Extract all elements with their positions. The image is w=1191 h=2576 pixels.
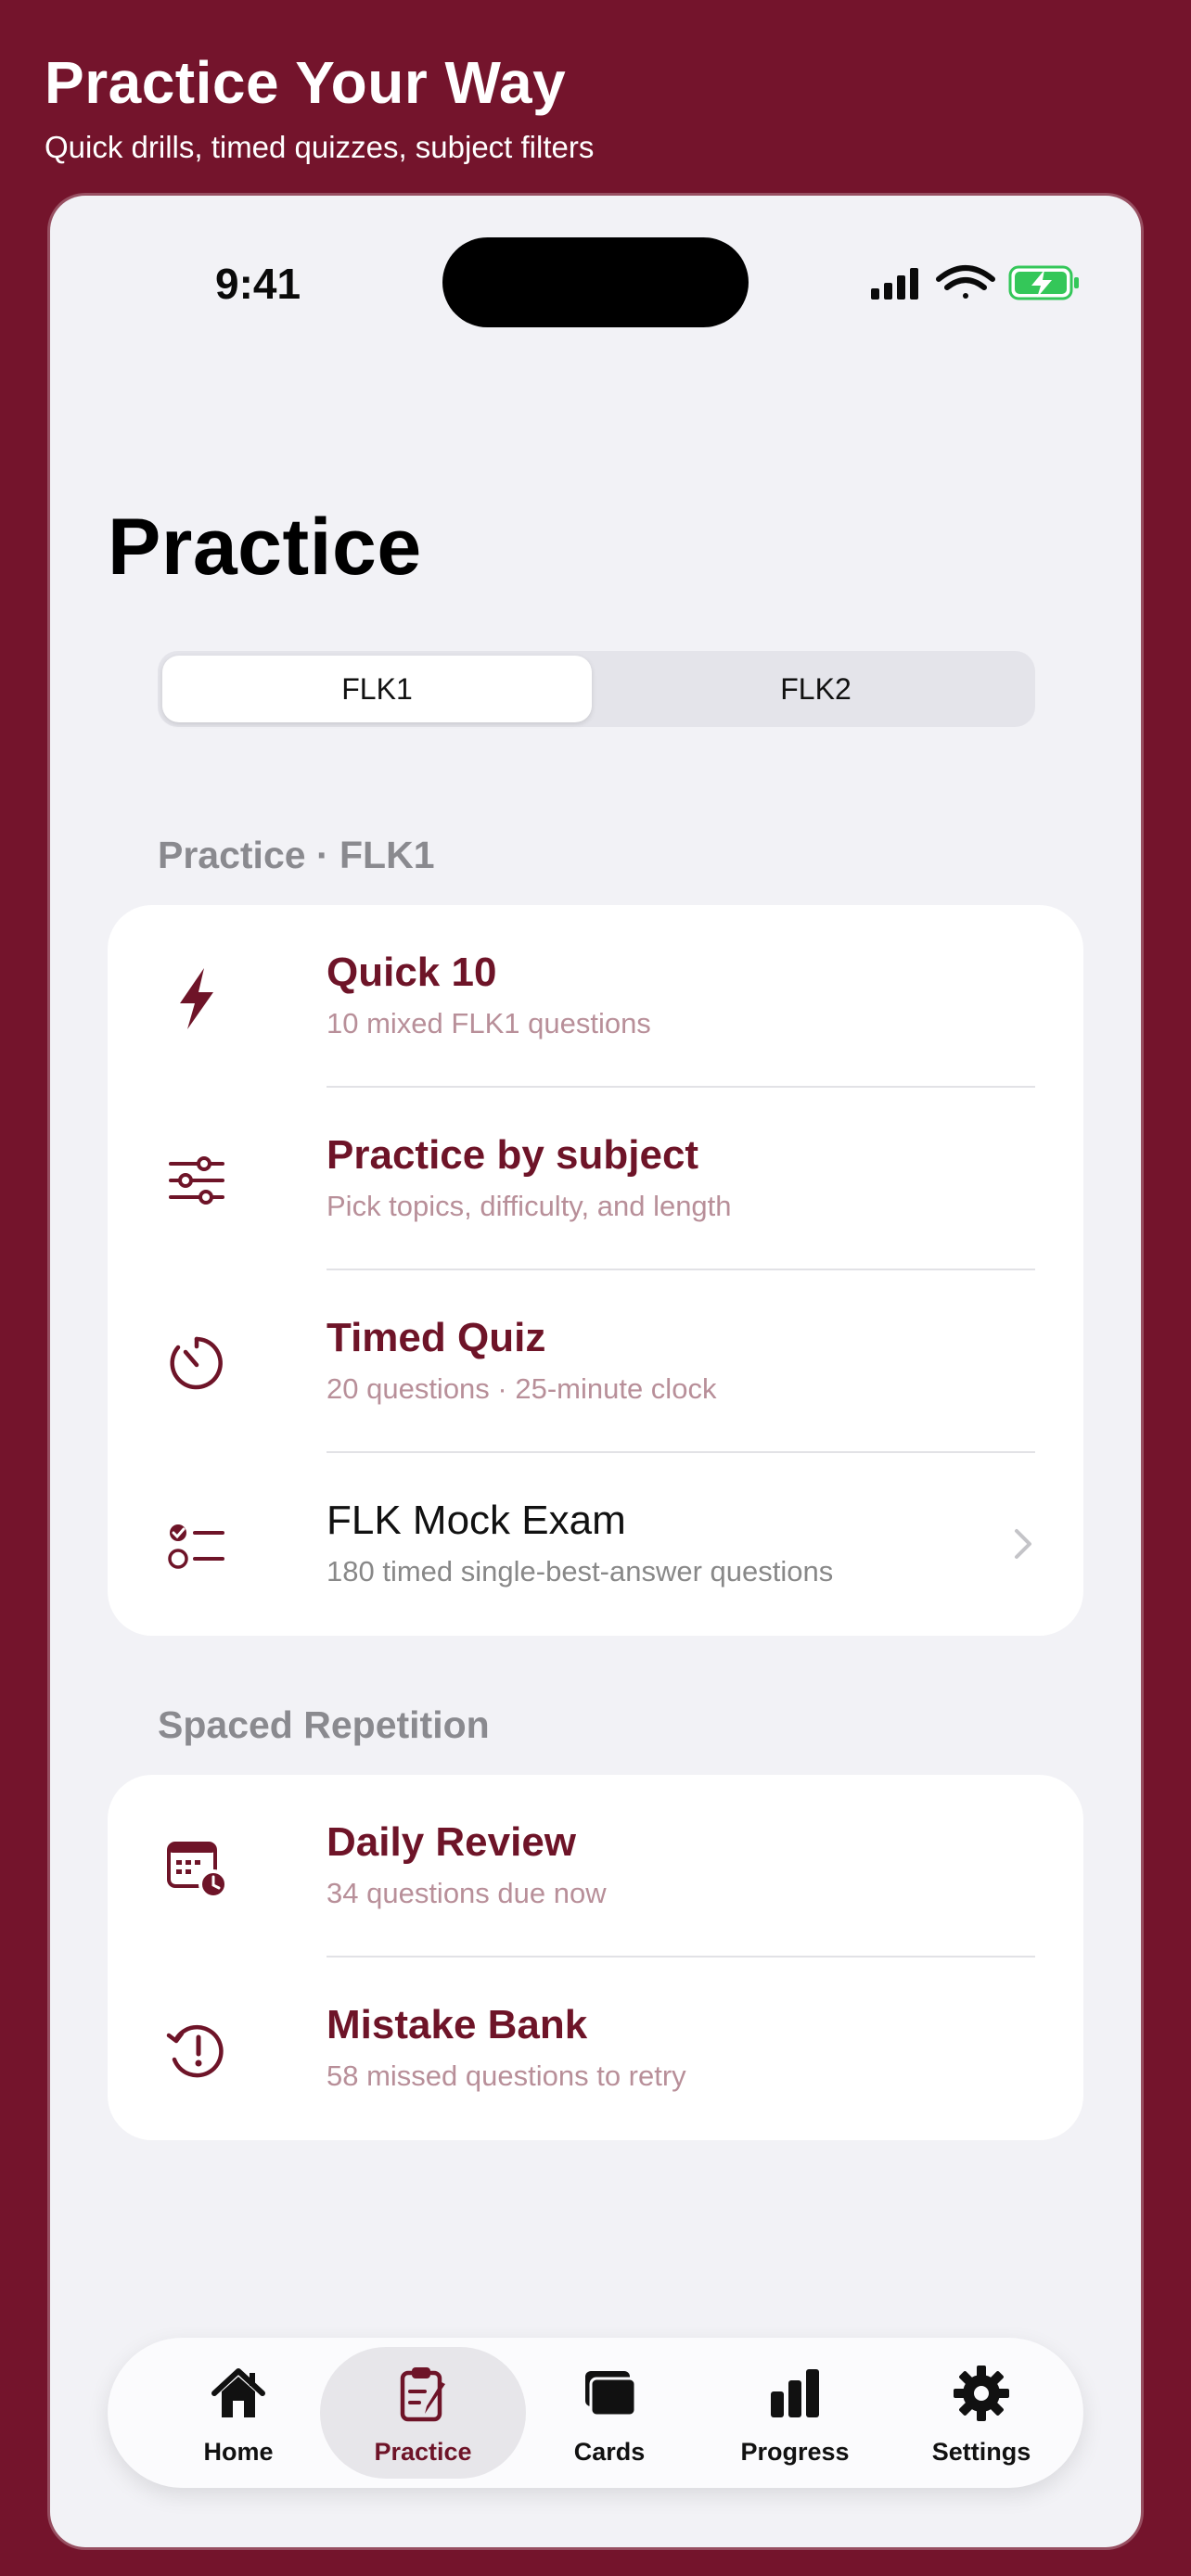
banner-subtitle: Quick drills, timed quizzes, subject fil…: [45, 130, 595, 164]
tab-settings[interactable]: Settings: [889, 2347, 1074, 2479]
timer-icon: [170, 1336, 223, 1390]
segment-flk1[interactable]: FLK1: [162, 656, 592, 722]
house-icon: [211, 2368, 265, 2417]
cards-icon: [585, 2371, 637, 2417]
spaced-repetition-card: Daily Review 34 questions due now Mistak…: [108, 1775, 1083, 2140]
list-item-timed-quiz[interactable]: Timed Quiz 20 questions · 25-minute cloc…: [108, 1270, 1083, 1453]
list-item-flk-mock-exam[interactable]: FLK Mock Exam 180 timed single-best-answ…: [108, 1453, 1083, 1636]
section-header-practice: Practice · FLK1: [158, 834, 435, 876]
list-item-mistake-bank[interactable]: Mistake Bank 58 missed questions to retr…: [108, 1958, 1083, 2140]
tab-label: Cards: [573, 2438, 646, 2466]
dynamic-island: [442, 237, 749, 327]
list-item-title: Practice by subject: [327, 1132, 699, 1178]
bolt-icon: [180, 968, 213, 1029]
clipboard-pencil-icon: [400, 2367, 445, 2422]
list-item-subtitle: 10 mixed FLK1 questions: [327, 1007, 651, 1039]
tab-label: Practice: [374, 2438, 472, 2466]
tab-label: Home: [203, 2438, 274, 2466]
chevron-right-icon: [1015, 1529, 1031, 1559]
sliders-icon: [169, 1156, 224, 1205]
checklist-icon: [168, 1524, 224, 1569]
banner-title: Practice Your Way: [45, 49, 567, 116]
list-item-subtitle: Pick topics, difficulty, and length: [327, 1190, 732, 1222]
list-item-quick-10[interactable]: Quick 10 10 mixed FLK1 questions: [108, 905, 1083, 1088]
tab-cards[interactable]: Cards: [517, 2347, 702, 2479]
practice-card: Quick 10 10 mixed FLK1 questions Practic…: [108, 905, 1083, 1636]
tab-practice[interactable]: Practice: [320, 2347, 526, 2479]
tab-progress[interactable]: Progress: [702, 2347, 888, 2479]
tab-bar: Home Practice Cards Progress Settings: [108, 2338, 1083, 2488]
wifi-icon: [936, 265, 995, 299]
list-item-subtitle: 180 timed single-best-answer questions: [327, 1555, 834, 1588]
history-alert-icon: [166, 2024, 224, 2078]
list-item-title: Mistake Bank: [327, 2002, 588, 2047]
tab-label: Progress: [740, 2438, 850, 2466]
list-item-title: Daily Review: [327, 1819, 577, 1865]
list-item-title: Quick 10: [327, 950, 497, 995]
list-item-daily-review[interactable]: Daily Review 34 questions due now: [108, 1775, 1083, 1958]
list-item-subtitle: 20 questions · 25-minute clock: [327, 1372, 717, 1405]
status-time: 9:41: [215, 260, 301, 308]
list-item-title: Timed Quiz: [327, 1315, 546, 1360]
battery-charging-icon: [1008, 265, 1079, 300]
page-title: Practice: [108, 503, 422, 592]
exam-segmented-control: FLK1 FLK2: [158, 651, 1035, 727]
list-item-practice-by-subject[interactable]: Practice by subject Pick topics, difficu…: [108, 1088, 1083, 1270]
tab-label: Settings: [931, 2438, 1031, 2466]
status-icons: [871, 265, 1079, 300]
list-item-subtitle: 34 questions due now: [327, 1877, 607, 1909]
phone-screen: 9:41 Practice FLK1 FLK2 Practice · FLK1: [50, 196, 1141, 2547]
list-item-title: FLK Mock Exam: [327, 1498, 626, 1543]
section-header-spaced-repetition: Spaced Repetition: [158, 1703, 490, 1746]
tab-home[interactable]: Home: [146, 2347, 331, 2479]
calendar-clock-icon: [167, 1842, 228, 1899]
cellular-signal-icon: [871, 268, 918, 300]
segment-flk2[interactable]: FLK2: [601, 656, 1031, 722]
gear-icon: [954, 2366, 1009, 2421]
list-item-subtitle: 58 missed questions to retry: [327, 2060, 686, 2092]
bar-chart-icon: [771, 2369, 819, 2417]
